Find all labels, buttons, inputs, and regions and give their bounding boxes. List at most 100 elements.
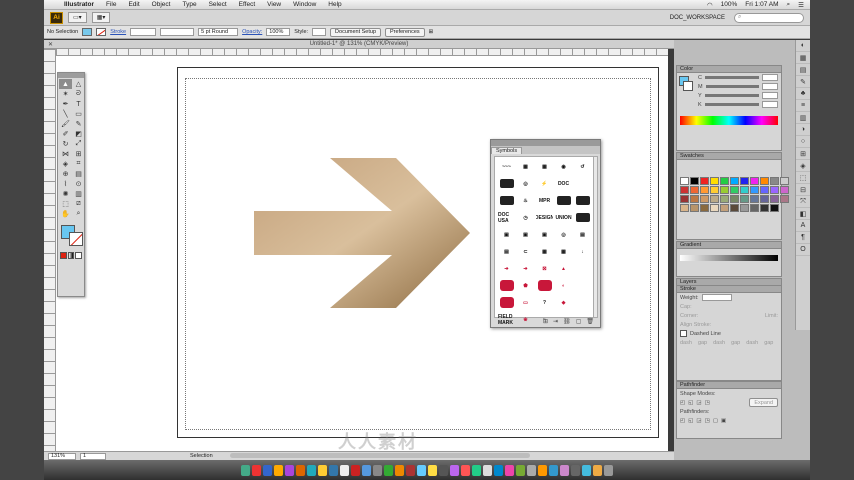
swatch[interactable] [710,195,719,203]
dashed-checkbox[interactable] [680,330,687,337]
swatch[interactable] [720,186,729,194]
dock-app-icon[interactable] [307,464,316,476]
symbol-sprayer-tool[interactable]: ✺ [59,189,72,199]
wifi-icon[interactable]: ◠ [707,1,713,9]
horizontal-scrollbar[interactable] [230,453,530,458]
dock-app-icon[interactable] [351,464,360,476]
symbol-item[interactable]: MPR [536,193,553,208]
dock-app-icon[interactable] [340,464,349,476]
symbol-item[interactable]: ♨ [517,193,534,208]
symbol-item[interactable]: ⬟ [517,278,534,293]
symbols-icon[interactable]: ♣ [796,88,810,100]
graph-tool[interactable]: ▥ [72,189,85,199]
gradient-slider[interactable] [680,255,778,261]
symbol-item[interactable]: ▤ [574,227,591,242]
symbol-item[interactable] [574,176,591,191]
graphic-styles-icon[interactable]: ⊞ [796,148,810,160]
symbol-item[interactable]: ↓ [574,244,591,259]
symbol-item[interactable]: ▦ [536,159,553,174]
gradient-arrow-artwork[interactable] [254,158,470,308]
break-link-icon[interactable]: ⛓ [563,318,571,325]
symbol-item[interactable]: ▦ [517,159,534,174]
merge-icon[interactable]: ◲ [696,418,701,424]
dock-app-icon[interactable] [494,464,503,476]
menu-app[interactable]: Illustrator [58,1,100,8]
symbol-item[interactable]: ◎ [555,227,572,242]
mesh-tool[interactable]: ⊕ [59,169,72,179]
symbol-item[interactable] [498,193,515,208]
artboard-tool[interactable]: ⬚ [59,199,72,209]
swatch[interactable] [730,186,739,194]
dock-app-icon[interactable] [395,464,404,476]
dock-app-icon[interactable] [285,464,294,476]
preferences-button[interactable]: Preferences [385,27,425,37]
symbol-item[interactable]: DESIGN [536,210,553,225]
symbol-item[interactable]: ◆ [555,295,572,310]
symbol-item[interactable]: DOC USA [498,210,515,225]
symbol-item[interactable]: ▦ [555,244,572,259]
swatch[interactable] [760,195,769,203]
swatch[interactable] [680,195,689,203]
swatch[interactable] [740,186,749,194]
align-icon[interactable]: ⊟ [796,184,810,196]
dock-app-icon[interactable] [538,464,547,476]
dock-app-icon[interactable] [571,464,580,476]
selection-tool[interactable]: ▲ [59,79,72,89]
swatch[interactable] [680,204,689,212]
dock-app-icon[interactable] [604,464,613,476]
swatch[interactable] [780,186,789,194]
symbol-item[interactable] [498,176,515,191]
swatch[interactable] [760,177,769,185]
menu-edit[interactable]: Edit [122,1,145,8]
symbol-item[interactable]: ◎ [517,176,534,191]
dock-app-icon[interactable] [516,464,525,476]
swatch[interactable] [690,177,699,185]
brush-definition[interactable]: 5 pt Round [198,28,239,36]
trim-icon[interactable]: ◱ [688,418,693,424]
expand-button[interactable]: Expand [749,398,778,407]
place-symbol-icon[interactable]: ⇥ [553,318,558,325]
color-spectrum[interactable] [680,116,778,125]
arrange-documents-button[interactable]: ▦▾ [91,12,111,23]
channel-c-slider[interactable] [704,76,759,79]
symbol-libraries-icon[interactable]: ⊞ [543,318,548,325]
symbol-item[interactable]: ◉ [555,159,572,174]
dock-app-icon[interactable] [527,464,536,476]
symbol-item[interactable]: ▤ [498,244,515,259]
pathfinder-icon[interactable]: ◧ [796,208,810,220]
color-mode-icon[interactable] [60,252,67,259]
variable-width-profile[interactable] [160,28,195,36]
swatches-panel-title[interactable]: Swatches [677,153,781,160]
symbol-item[interactable]: ◐ [555,278,572,293]
divide-icon[interactable]: ◰ [680,418,685,424]
search-input[interactable]: ⌕ [734,12,804,23]
panel-stroke-box[interactable] [683,81,693,91]
swatch[interactable] [750,195,759,203]
arrow-shape[interactable] [254,158,470,308]
dock-app-icon[interactable] [461,464,470,476]
swatch[interactable] [770,186,779,194]
dock-app-icon[interactable] [384,464,393,476]
symbol-item[interactable]: ⚡ [536,176,553,191]
shape-builder-tool[interactable]: ◈ [59,159,72,169]
swatch[interactable] [780,177,789,185]
symbol-item[interactable] [574,261,591,276]
spotlight-icon[interactable]: ⌕ [787,1,791,9]
dock-app-icon[interactable] [296,464,305,476]
none-mode-icon[interactable] [75,252,83,259]
symbol-item[interactable]: ▣ [498,227,515,242]
swatch[interactable] [720,177,729,185]
symbol-item[interactable] [574,278,591,293]
swatch[interactable] [750,177,759,185]
channel-m-field[interactable] [762,83,778,90]
symbol-item[interactable]: ▦ [536,244,553,259]
menu-window[interactable]: Window [287,1,322,8]
tab-layers[interactable]: Layers [677,279,700,285]
stroke-icon[interactable]: ≡ [796,100,810,112]
document-setup-button[interactable]: Document Setup [330,27,382,37]
stroke-color-box[interactable] [69,232,83,246]
symbol-item[interactable]: ↺ [574,159,591,174]
dock-app-icon[interactable] [263,464,272,476]
symbol-item[interactable] [498,278,515,293]
paragraph-icon[interactable]: ¶ [796,232,810,244]
